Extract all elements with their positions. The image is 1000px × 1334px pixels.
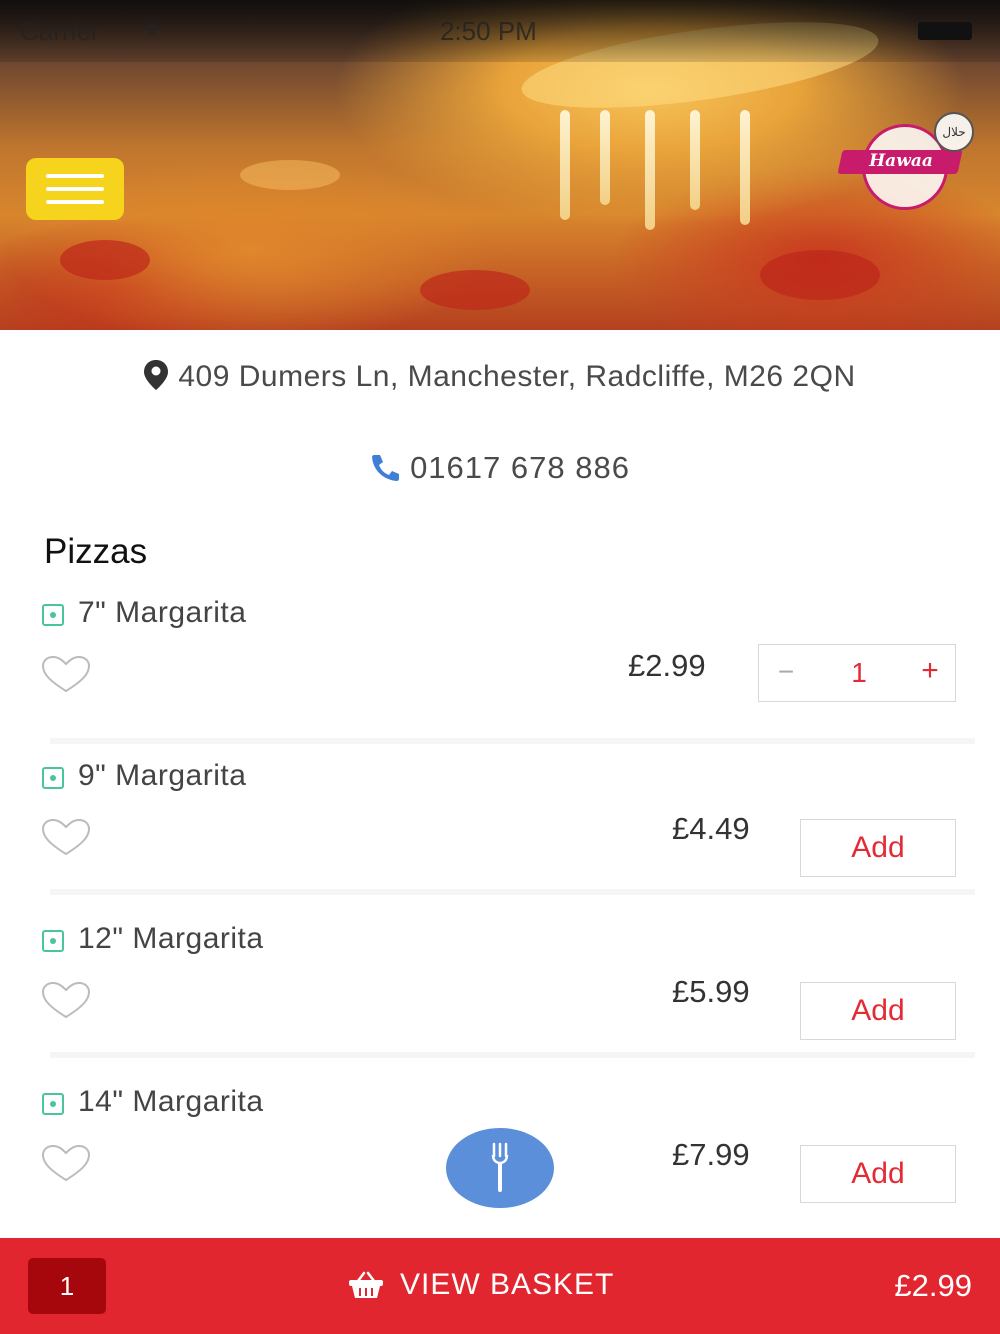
hero-image: Carrier 2:50 PM Hawaa حلال [0,0,1000,330]
clock: 2:50 PM [440,16,537,46]
category-title: Pizzas [44,532,148,571]
divider [50,1052,975,1058]
item-name: 7" Margarita [78,596,247,629]
cheese-strand [645,110,655,230]
cheese-strand [740,110,750,225]
cheese-strand [690,110,700,210]
menu-fab-button[interactable] [446,1128,554,1208]
menu-icon-line [46,200,104,204]
heart-icon[interactable] [40,817,92,857]
view-basket-label: VIEW BASKET [348,1268,614,1302]
cheese-strand [600,110,610,205]
heart-icon[interactable] [40,1143,92,1183]
menu-icon-line [46,174,104,178]
add-button[interactable]: Add [800,1145,956,1203]
phone-icon [372,455,400,481]
item-price: £5.99 [672,974,750,1009]
wifi-icon [144,23,160,35]
logo-text: Hawaa [869,151,933,171]
divider [50,738,975,744]
melted-cheese [240,160,340,190]
menu-item: 7" Margarita £2.99 − 1 + [0,596,1000,750]
phone-number: 01617 678 886 [410,450,630,485]
address-text: 409 Dumers Ln, Manchester, Radcliffe, M2… [178,360,856,393]
battery-icon [918,22,972,40]
divider [50,889,975,895]
cheese-strand [560,110,570,220]
basket-icon [349,1271,383,1298]
item-name: 9" Margarita [78,759,247,792]
item-name: 14" Margarita [78,1085,264,1118]
add-button[interactable]: Add [800,982,956,1040]
veg-icon [42,767,64,789]
menu-button[interactable] [26,158,124,220]
halal-icon: حلال [934,112,974,152]
pin-icon [144,360,169,390]
address: 409 Dumers Ln, Manchester, Radcliffe, M2… [0,360,1000,394]
item-price: £7.99 [672,1137,750,1172]
increase-button[interactable]: + [917,655,943,687]
fork-icon [491,1142,509,1192]
veg-icon [42,604,64,626]
quantity-stepper: − 1 + [758,644,956,702]
heart-icon[interactable] [40,980,92,1020]
view-basket-text: VIEW BASKET [400,1268,615,1301]
item-price: £4.49 [672,811,750,846]
phone[interactable]: 01617 678 886 [0,450,1000,486]
veg-icon [42,1093,64,1115]
veg-icon [42,930,64,952]
decrease-button[interactable]: − [773,657,799,687]
pepperoni [60,240,150,280]
carrier-label: Carrier [20,16,100,46]
item-name: 12" Margarita [78,922,264,955]
pepperoni [760,250,880,300]
basket-total: £2.99 [894,1268,972,1303]
view-basket-bar[interactable]: 1 VIEW BASKET £2.99 [0,1238,1000,1334]
quantity-value: 1 [851,657,867,688]
heart-icon[interactable] [40,654,92,694]
item-price: £2.99 [628,648,706,683]
basket-count: 1 [28,1258,106,1314]
add-button[interactable]: Add [800,819,956,877]
menu-icon-line [46,187,104,191]
status-bar: Carrier 2:50 PM [0,0,1000,62]
pepperoni [420,270,530,310]
